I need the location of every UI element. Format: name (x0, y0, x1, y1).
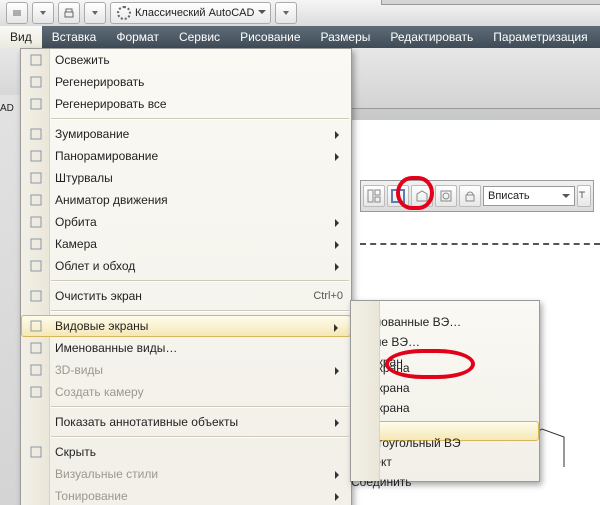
menuitem-walk-icon[interactable]: Облет и обход (21, 255, 351, 277)
menuitem-label: Визуальные стили (55, 467, 343, 481)
layer-toolbar: | ПоСлою (381, 0, 600, 5)
paper-edge (360, 243, 600, 245)
menuitem-label: Видовые экраны (55, 319, 343, 333)
menuitem-wheel-icon[interactable]: Штурвалы (21, 167, 351, 189)
app-window: Классический AutoCAD ВидВставкаФорматСер… (0, 0, 600, 505)
vp-single-button[interactable] (387, 185, 409, 207)
3d-views-icon (25, 361, 47, 379)
menu-bar: ВидВставкаФорматСервисРисованиеРазмерыРе… (0, 26, 600, 48)
gear-icon (117, 6, 131, 20)
menuitem-named-views-icon[interactable]: Именованные виды… (21, 337, 351, 359)
camera-icon (25, 235, 47, 253)
regen-all-icon (25, 95, 47, 113)
menuitem-motion-icon[interactable]: Аниматор движения (21, 189, 351, 211)
left-label: AD (0, 103, 14, 114)
menuitem-label: Зумирование (55, 127, 343, 141)
menuitem-regen-icon[interactable]: Регенерировать (21, 71, 351, 93)
walk-icon (25, 257, 47, 275)
print-button[interactable] (58, 2, 80, 24)
wheel-icon (25, 169, 47, 187)
menuitem-Визуальные стили: Визуальные стили (21, 463, 351, 485)
qat-dropdown-3[interactable] (275, 2, 297, 24)
menuitem-3d-views-icon: 3D-виды (21, 359, 351, 381)
hide-icon (25, 443, 47, 461)
menuitem-regen-all-icon[interactable]: Регенерировать все (21, 93, 351, 115)
menuitem-label: Орбита (55, 215, 343, 229)
create-camera-icon (25, 383, 47, 401)
menuitem-label: Камера (55, 237, 343, 251)
menu-Вид[interactable]: Вид (0, 26, 42, 48)
menu-Сервис[interactable]: Сервис (169, 26, 230, 48)
menuitem-camera-icon[interactable]: Камера (21, 233, 351, 255)
menuitem-refresh-icon[interactable]: Освежить (21, 49, 351, 71)
clear-icon (25, 287, 47, 305)
menuitem-shortcut: Ctrl+0 (313, 290, 343, 302)
menuitem-zoom-icon[interactable]: Зумирование (21, 123, 351, 145)
menuitem-create-camera-icon: Создать камеру (21, 381, 351, 403)
menuitem-label: Облет и обход (55, 259, 343, 273)
pan-icon (25, 147, 47, 165)
poly-vp-icon (355, 422, 531, 436)
menuitem-label: Штурвалы (55, 171, 343, 185)
qat-dropdown[interactable] (32, 2, 54, 24)
menuitem-label: Тонирование (55, 489, 343, 503)
menuitem-viewports-icon[interactable]: Видовые экраны (21, 315, 351, 337)
orbit-icon (25, 213, 47, 231)
viewport-toolbar: Вписать (360, 180, 594, 212)
menu-Размеры[interactable]: Размеры (311, 26, 381, 48)
menuitem-label: Аниматор движения (55, 193, 343, 207)
vp-named-button[interactable] (363, 185, 385, 207)
menu-Параметризация[interactable]: Параметризация (483, 26, 597, 48)
menuitem-Тонирование: Тонирование (21, 485, 351, 505)
regen-icon (25, 73, 47, 91)
vp-clip-button[interactable] (435, 185, 457, 207)
menuitem-label: Панорамирование (55, 149, 343, 163)
qat-dropdown-2[interactable] (84, 2, 106, 24)
vp-scale-more[interactable] (577, 185, 591, 207)
workspace-label: Классический AutoCAD (135, 7, 254, 19)
menuitem-label: Регенерировать (55, 75, 343, 89)
viewport-scale-value: Вписать (488, 190, 530, 202)
menuitem-label: Создать камеру (55, 385, 343, 399)
menu-Формат[interactable]: Формат (106, 26, 169, 48)
left-sidebar (0, 95, 20, 505)
menu-Редактировать[interactable]: Редактировать (380, 26, 483, 48)
qat-button[interactable] (6, 2, 28, 24)
motion-icon (25, 191, 47, 209)
menuitem-label: Регенерировать все (55, 97, 343, 111)
menuitem-hide-icon[interactable]: Скрыть (21, 441, 351, 463)
menuitem-label: Очистить экран (55, 289, 313, 303)
viewports-icon (25, 317, 47, 335)
menuitem-label: Показать аннотативные объекты (55, 415, 343, 429)
menuitem-clear-icon[interactable]: Очистить экранCtrl+0 (21, 285, 351, 307)
blank-icon (25, 413, 47, 431)
blank-icon (25, 465, 47, 483)
blank-icon (25, 487, 47, 505)
vp-poly-button[interactable] (411, 185, 433, 207)
menuitem-pan-icon[interactable]: Панорамирование (21, 145, 351, 167)
menuitem-orbit-icon[interactable]: Орбита (21, 211, 351, 233)
workspace-selector[interactable]: Классический AutoCAD (110, 2, 271, 24)
viewports-submenu: Именованные ВЭ…Новые ВЭ…1 ВЭкран2 ВЭкран… (350, 300, 540, 482)
zoom-icon (25, 125, 47, 143)
menuitem-Показать аннотативные объекты[interactable]: Показать аннотативные объекты (21, 411, 351, 433)
menuitem-label: Скрыть (55, 445, 343, 459)
refresh-icon (25, 51, 47, 69)
menu-Рисование[interactable]: Рисование (230, 26, 310, 48)
view-menu: Освежить Регенерировать Регенерировать все… (20, 48, 352, 505)
menuitem-label: Освежить (55, 53, 343, 67)
named-views-icon (25, 339, 47, 357)
menuitem-label: Именованные виды… (55, 341, 343, 355)
menuitem-label: 3D-виды (55, 363, 343, 377)
viewport-scale-dropdown[interactable]: Вписать (483, 186, 575, 206)
menu-Вставка[interactable]: Вставка (42, 26, 107, 48)
vp-lock-button[interactable] (459, 185, 481, 207)
